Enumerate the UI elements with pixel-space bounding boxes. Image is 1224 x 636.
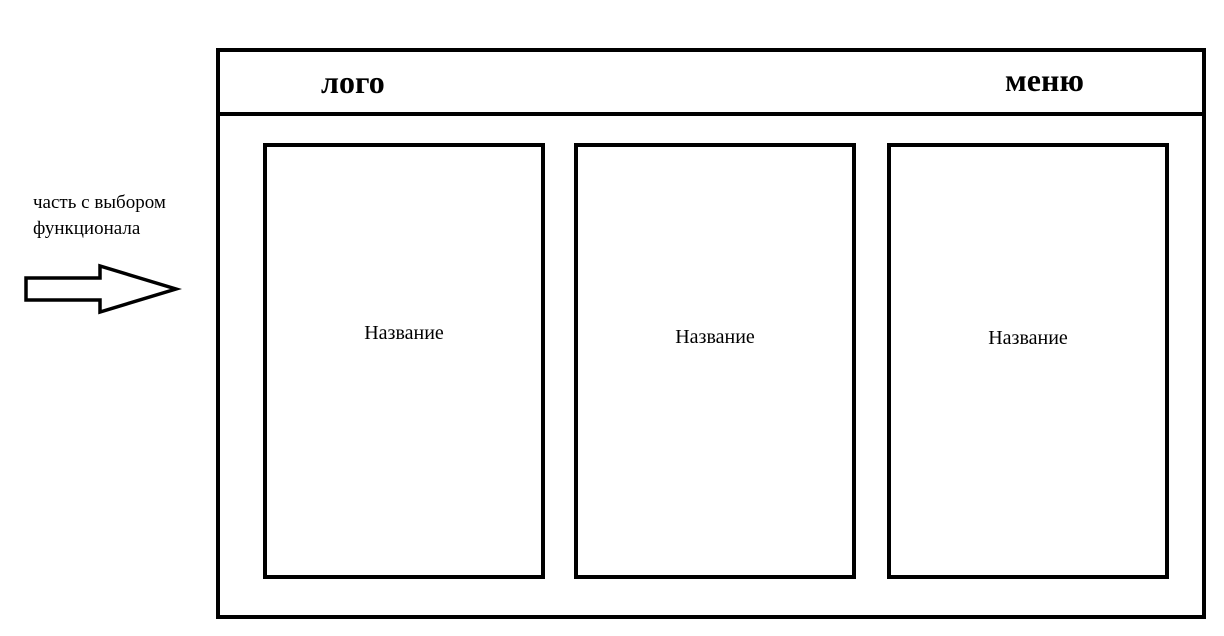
feature-card-1[interactable]: Название [263, 143, 545, 579]
annotation-line-2: функционала [33, 218, 141, 239]
feature-card-title: Название [988, 327, 1068, 349]
feature-card-2[interactable]: Название [574, 143, 856, 579]
page-wireframe: лого меню Название Название Название [216, 48, 1206, 619]
menu-button[interactable]: меню [1005, 62, 1084, 98]
right-arrow-icon [24, 263, 182, 315]
annotation-label: часть с выбором функционала [33, 190, 213, 242]
feature-card-title: Название [364, 322, 444, 344]
logo[interactable]: лого [321, 64, 385, 100]
header-bar: лого меню [220, 52, 1202, 116]
annotation-line-1: часть с выбором [33, 192, 166, 213]
feature-card-title: Название [675, 326, 755, 348]
feature-card-3[interactable]: Название [887, 143, 1169, 579]
